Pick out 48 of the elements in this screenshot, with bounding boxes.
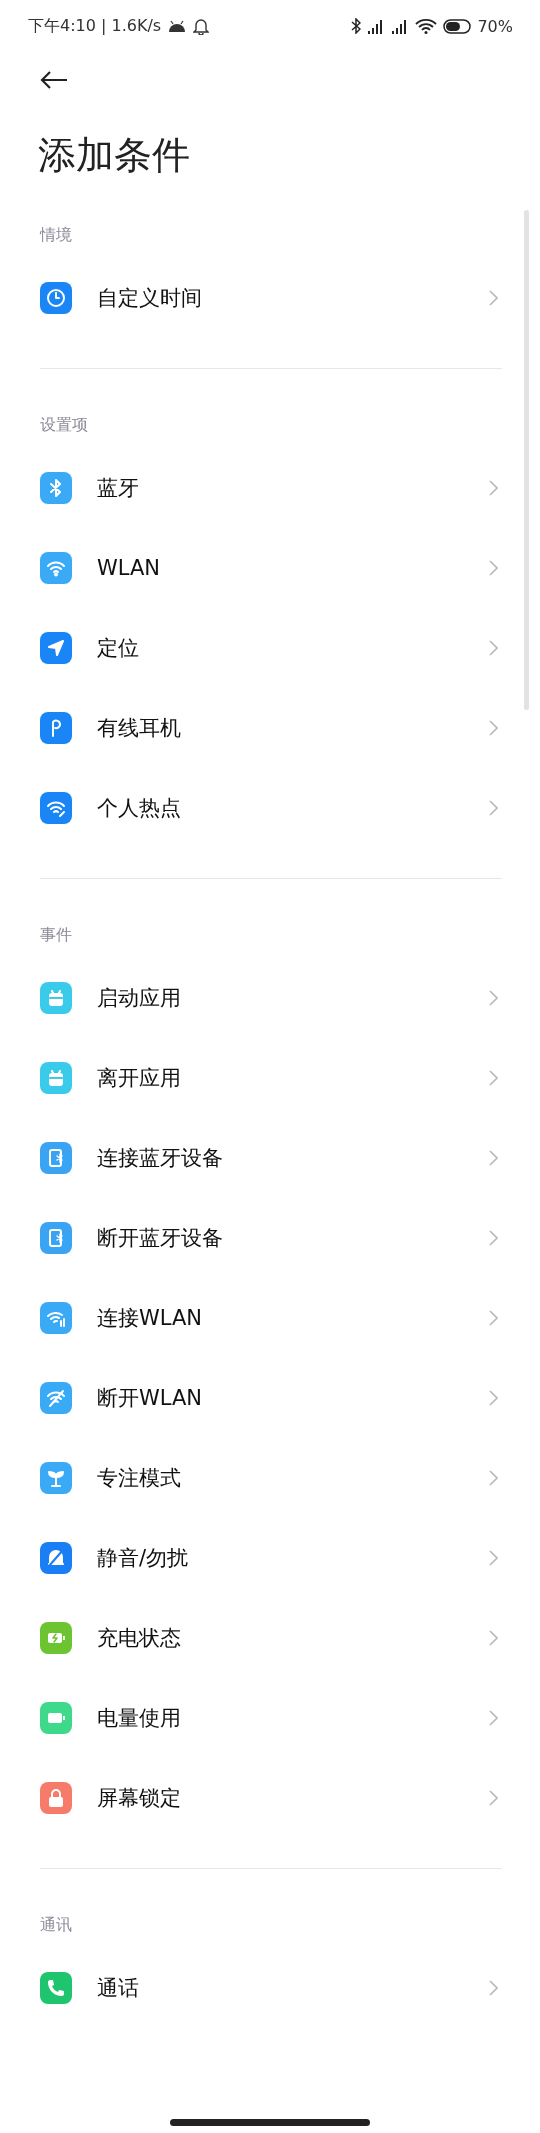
list-item[interactable]: 有线耳机 [40,688,502,768]
section-header: 情境 [40,225,73,245]
list-item[interactable]: 静音/勿扰 [40,1518,502,1598]
list-item[interactable]: 连接WLAN [40,1278,502,1358]
list-item[interactable]: 个人热点 [40,768,502,848]
android-icon [167,20,188,32]
status-time: 下午4:10 | 1.6K/s [28,15,162,37]
chevron-icon [489,1710,498,1726]
list-item[interactable]: 连接蓝牙设备 [40,1118,502,1198]
chevron-icon [489,1980,498,1996]
bluetooth-icon [351,18,362,34]
chevron-icon [489,290,498,306]
bell-icon [193,17,210,35]
battery-icon [443,18,472,34]
chevron-icon [489,800,498,816]
list-item[interactable]: 蓝牙 [40,448,502,528]
chevron-icon [489,990,498,1006]
list-item[interactable]: 断开蓝牙设备 [40,1198,502,1278]
list-item[interactable]: 充电状态 [40,1598,502,1678]
list-item[interactable]: 通话 [40,1948,502,2028]
list-item[interactable]: WLAN [40,528,502,608]
chevron-icon [489,480,498,496]
chevron-icon [489,1630,498,1646]
list-item[interactable]: 屏幕锁定 [40,1758,502,1838]
chevron-icon [489,1790,498,1806]
chevron-icon [489,1470,498,1486]
chevron-icon [489,720,498,736]
chevron-icon [489,1070,498,1086]
list-item[interactable]: 专注模式 [40,1438,502,1518]
chevron-icon [489,1150,498,1166]
list-item[interactable]: 启动应用 [40,958,502,1038]
chevron-icon [489,1550,498,1566]
chevron-icon [489,1390,498,1406]
list-item[interactable]: 断开WLAN [40,1358,502,1438]
list-item[interactable]: 离开应用 [40,1038,502,1118]
section-header: 事件 [40,925,73,945]
list-item[interactable]: 定位 [40,608,502,688]
list-item[interactable]: 自定义时间 [40,258,502,338]
section-header: 设置项 [40,415,89,435]
page-title: 添加条件 [37,132,191,179]
chevron-icon [489,560,498,576]
chevron-icon [489,1230,498,1246]
wifi-icon [415,18,438,34]
list-item[interactable]: 电量使用 [40,1678,502,1758]
battery-percent: 70% [477,16,513,36]
chevron-icon [489,640,498,656]
section-header: 通讯 [40,1915,73,1935]
chevron-icon [489,1310,498,1326]
